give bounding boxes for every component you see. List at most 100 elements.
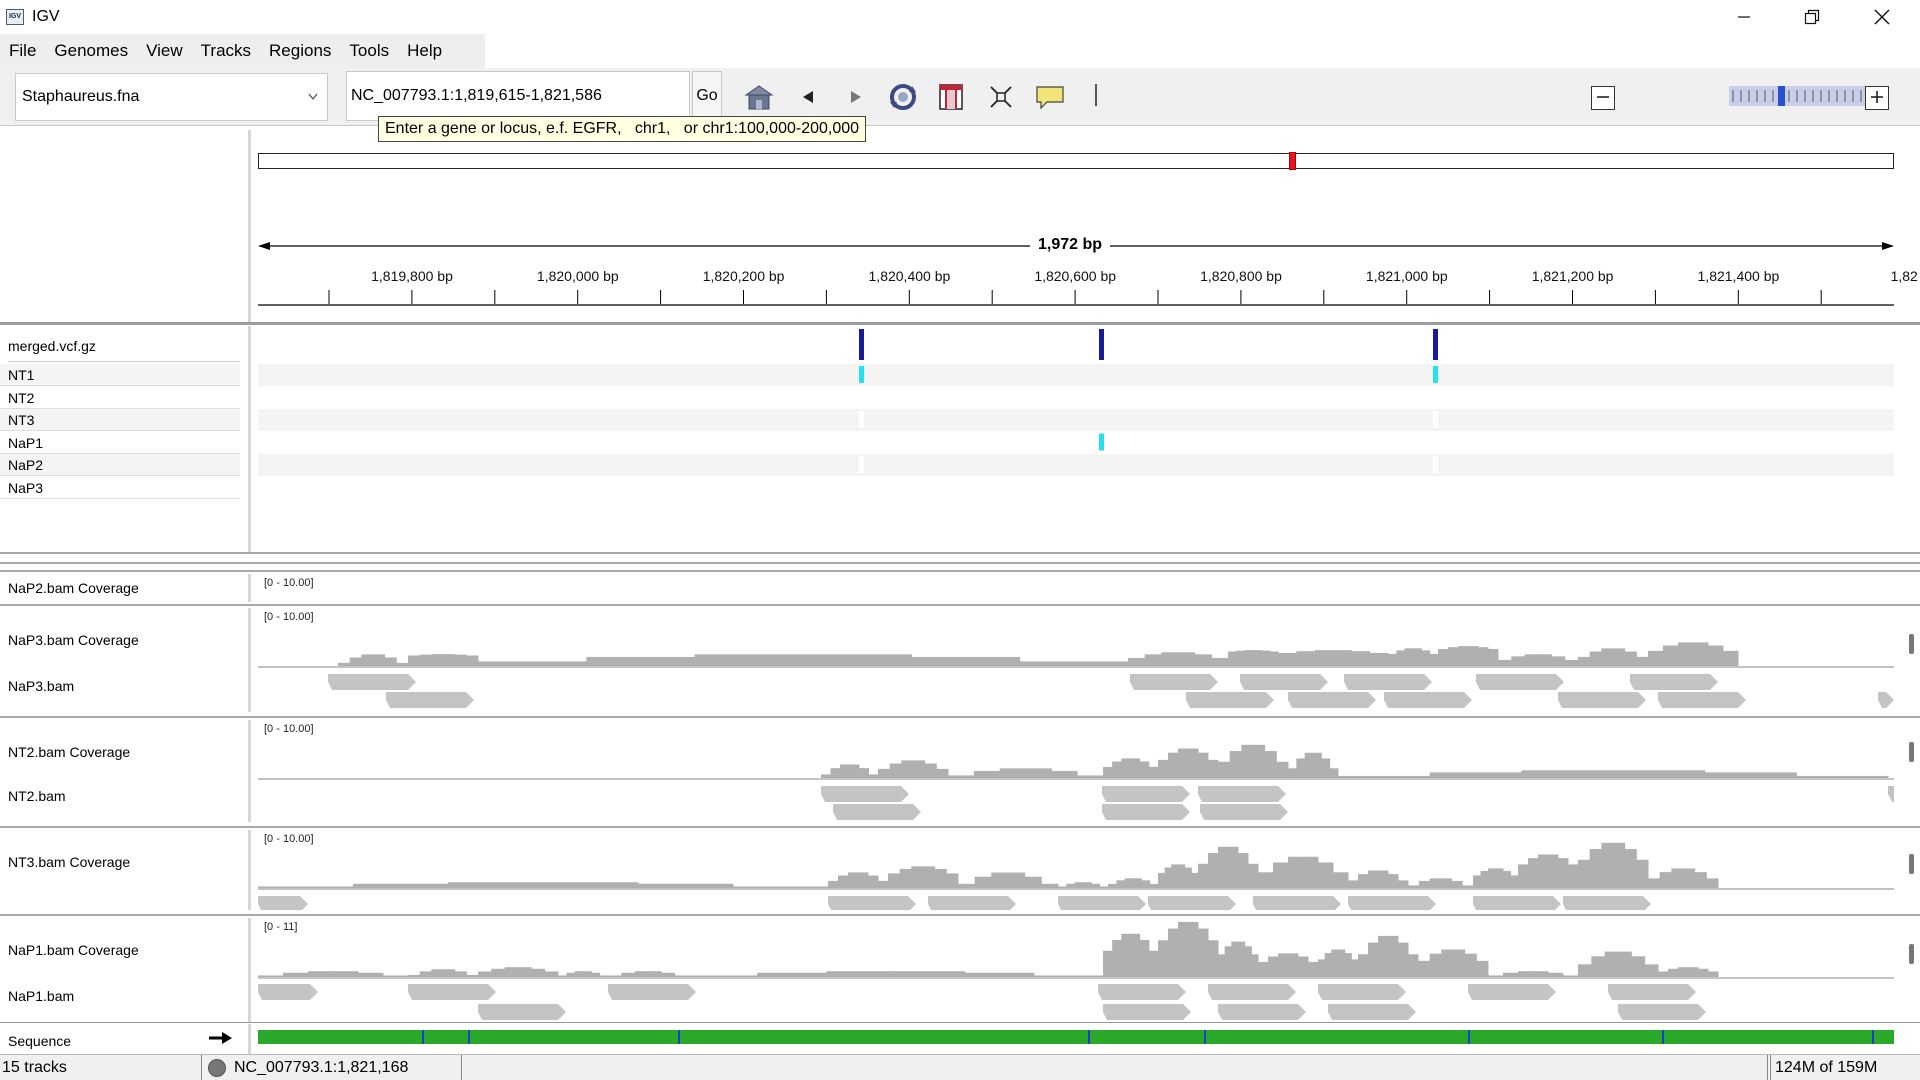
sequence-track[interactable] — [258, 1030, 1894, 1044]
genotype-call[interactable] — [859, 456, 864, 473]
go-button[interactable]: Go — [692, 71, 722, 121]
aligned-read[interactable] — [328, 674, 416, 690]
coverage-track-label-nap2[interactable]: NaP2.bam Coverage — [8, 580, 139, 596]
genotype-call[interactable] — [1099, 388, 1104, 406]
genotype-call[interactable] — [1099, 433, 1104, 451]
strand-arrow-icon[interactable] — [208, 1030, 234, 1050]
genotype-call[interactable] — [1433, 366, 1438, 383]
aligned-read[interactable] — [1218, 1004, 1306, 1020]
genome-dropdown[interactable]: Staphaureus.fna — [15, 73, 328, 121]
aligned-read[interactable] — [1058, 896, 1146, 910]
fit-to-window-icon[interactable] — [988, 82, 1014, 112]
aligned-read[interactable] — [1563, 896, 1651, 910]
aligned-read[interactable] — [408, 984, 496, 1000]
aligned-read[interactable] — [1288, 692, 1376, 708]
coverage-and-alignment-nt2[interactable] — [258, 720, 1894, 822]
bam-track-label-nap3[interactable]: NaP3.bam — [8, 678, 74, 694]
scrollbar-thumb[interactable] — [1909, 742, 1914, 762]
menu-help[interactable]: Help — [398, 34, 451, 68]
sample-label-nt2[interactable]: NT2 — [8, 390, 34, 406]
zoom-slider-thumb[interactable] — [1778, 86, 1785, 106]
aligned-read[interactable] — [1103, 1004, 1191, 1020]
aligned-read[interactable] — [1102, 804, 1190, 820]
aligned-read[interactable] — [833, 804, 921, 820]
menu-regions[interactable]: Regions — [260, 34, 340, 68]
coverage-track-label-nap1[interactable]: NaP1.bam Coverage — [8, 942, 139, 958]
menu-tracks[interactable]: Tracks — [192, 34, 260, 68]
coverage-and-alignment-nap1[interactable] — [258, 918, 1894, 1022]
scrollbar-thumb[interactable] — [1909, 944, 1914, 964]
aligned-read[interactable] — [1344, 674, 1432, 690]
back-icon[interactable] — [796, 82, 820, 112]
aligned-read[interactable] — [478, 1004, 566, 1020]
aligned-read[interactable] — [1558, 692, 1646, 708]
aligned-read[interactable] — [258, 896, 308, 910]
genotype-call[interactable] — [859, 411, 864, 428]
forward-icon[interactable] — [844, 82, 868, 112]
sample-label-nap1[interactable]: NaP1 — [8, 435, 43, 451]
variant-site-marker[interactable] — [859, 329, 864, 360]
zoom-in-button[interactable] — [1865, 86, 1889, 110]
aligned-read[interactable] — [1658, 692, 1746, 708]
aligned-read[interactable] — [1200, 804, 1288, 820]
aligned-read[interactable] — [1208, 984, 1296, 1000]
scrollbar-thumb[interactable] — [1909, 634, 1914, 654]
aligned-read[interactable] — [1240, 674, 1328, 690]
genotype-call[interactable] — [859, 366, 864, 383]
aligned-read[interactable] — [1186, 692, 1274, 708]
refresh-icon[interactable] — [886, 82, 920, 112]
aligned-read[interactable] — [258, 984, 318, 1000]
aligned-read[interactable] — [1630, 674, 1718, 690]
aligned-read[interactable] — [1348, 896, 1436, 910]
aligned-read[interactable] — [1102, 786, 1190, 802]
scrollbar-thumb[interactable] — [1909, 854, 1914, 874]
aligned-read[interactable] — [1888, 786, 1894, 802]
sample-label-nt3[interactable]: NT3 — [8, 412, 34, 428]
aligned-read[interactable] — [1473, 896, 1561, 910]
vcf-track-label[interactable]: merged.vcf.gz — [8, 338, 96, 354]
zoom-out-button[interactable] — [1591, 86, 1615, 110]
aligned-read[interactable] — [608, 984, 696, 1000]
aligned-read[interactable] — [1148, 896, 1236, 910]
variant-site-marker[interactable] — [1433, 329, 1438, 360]
region-of-interest-icon[interactable] — [938, 82, 964, 112]
coverage-and-alignment-nt3[interactable] — [258, 830, 1894, 910]
aligned-read[interactable] — [1253, 896, 1341, 910]
aligned-read[interactable] — [386, 692, 474, 708]
aligned-read[interactable] — [1198, 786, 1286, 802]
coverage-and-alignment-nap3[interactable] — [258, 608, 1894, 712]
aligned-read[interactable] — [1608, 984, 1696, 1000]
variant-site-marker[interactable] — [1099, 329, 1104, 360]
aligned-read[interactable] — [928, 896, 1016, 910]
aligned-read[interactable] — [1098, 984, 1186, 1000]
coverage-track-label-nt3[interactable]: NT3.bam Coverage — [8, 854, 130, 870]
menu-file[interactable]: File — [0, 34, 45, 68]
zoom-slider[interactable] — [1729, 82, 1867, 110]
locus-input[interactable]: NC_007793.1:1,819,615-1,821,586 — [346, 71, 690, 121]
aligned-read[interactable] — [1618, 1004, 1706, 1020]
home-icon[interactable] — [742, 82, 776, 112]
genotype-call[interactable] — [1433, 388, 1438, 406]
aligned-read[interactable] — [1130, 674, 1218, 690]
coverage-track-label-nap3[interactable]: NaP3.bam Coverage — [8, 632, 139, 648]
aligned-read[interactable] — [1318, 984, 1406, 1000]
aligned-read[interactable] — [1878, 692, 1894, 708]
sequence-track-label[interactable]: Sequence — [8, 1033, 71, 1049]
aligned-read[interactable] — [1468, 984, 1556, 1000]
sample-label-nt1[interactable]: NT1 — [8, 367, 34, 383]
aligned-read[interactable] — [1328, 1004, 1416, 1020]
genotype-call[interactable] — [859, 388, 864, 406]
aligned-read[interactable] — [1476, 674, 1564, 690]
close-icon[interactable] — [1848, 0, 1916, 34]
bam-track-label-nap1[interactable]: NaP1.bam — [8, 988, 74, 1004]
aligned-read[interactable] — [828, 896, 916, 910]
chromosome-ideogram[interactable] — [258, 152, 1894, 170]
sample-label-nap3[interactable]: NaP3 — [8, 480, 43, 496]
restore-icon[interactable] — [1778, 0, 1846, 34]
sample-label-nap2[interactable]: NaP2 — [8, 457, 43, 473]
popup-info-icon[interactable] — [1034, 82, 1066, 112]
aligned-read[interactable] — [1384, 692, 1472, 708]
menu-tools[interactable]: Tools — [340, 34, 398, 68]
genotype-call[interactable] — [1433, 456, 1438, 473]
bam-track-label-nt2[interactable]: NT2.bam — [8, 788, 66, 804]
